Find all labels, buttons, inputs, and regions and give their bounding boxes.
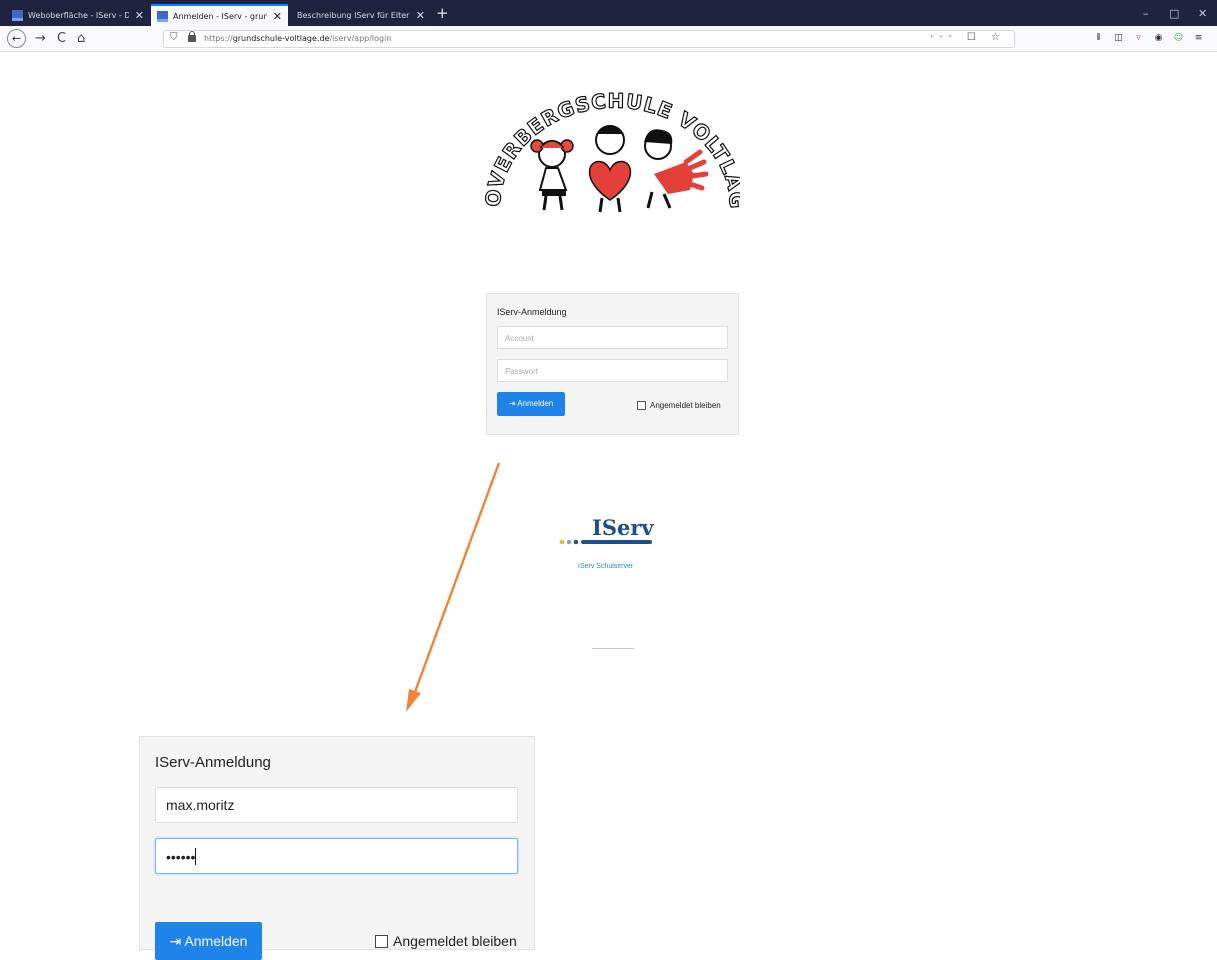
tab-anmelden[interactable]: Anmelden - IServ - grundschul ✕: [151, 4, 288, 26]
remember-me-label: Angemeldet bleiben: [393, 933, 517, 949]
iserv-favicon-icon: [12, 9, 23, 21]
login-title: IServ-Anmeldung: [497, 307, 567, 317]
new-tab-button[interactable]: +: [436, 6, 449, 21]
footer-divider: [592, 648, 634, 649]
maximize-button[interactable]: □: [1169, 7, 1179, 20]
toolbar-icons: ⫴ ◫ ▿ ◉ ☺ ≡: [1093, 33, 1204, 44]
school-logo: OVERBERGSCHULE VOLTLAGE: [480, 82, 740, 213]
tab-weboberflaeche[interactable]: Weboberfläche - IServ - Dokum ✕: [6, 4, 150, 26]
back-button[interactable]: ←: [7, 29, 26, 48]
remember-me-label: Angemeldet bleiben: [650, 401, 721, 410]
tab-title: Weboberfläche - IServ - Dokum: [28, 10, 129, 20]
account-input[interactable]: Account: [497, 326, 728, 349]
library-icon[interactable]: ⫴: [1093, 33, 1104, 44]
lock-icon[interactable]: [188, 31, 196, 42]
iserv-logo: IServ: [559, 515, 654, 545]
iserv-subtitle: IServ Schulserver: [578, 563, 634, 570]
annotation-arrow: [406, 462, 501, 712]
login-panel-preview: IServ-Anmeldung Account Passwort ⇥ Anmel…: [486, 293, 739, 435]
close-tab-icon[interactable]: ✕: [135, 10, 144, 21]
minimize-button[interactable]: –: [1143, 7, 1149, 20]
login-title: IServ-Anmeldung: [155, 754, 271, 771]
remember-me-checkbox[interactable]: Angemeldet bleiben: [637, 401, 721, 410]
sidebar-icon[interactable]: ◫: [1113, 33, 1124, 44]
tab-beschreibung-pdf[interactable]: Beschreibung IServ für Eltern.pdf ✕: [291, 4, 431, 26]
reload-button[interactable]: C: [57, 30, 66, 48]
remember-me-checkbox[interactable]: Angemeldet bleiben: [375, 933, 517, 949]
text-caret: [195, 848, 197, 865]
pocket-icon[interactable]: ▿: [1133, 33, 1144, 44]
boy-heart-figure: [588, 125, 632, 213]
close-tab-icon[interactable]: ✕: [273, 11, 282, 22]
login-panel-zoomed: IServ-Anmeldung max.moritz •••••• ⇥ Anme…: [139, 736, 535, 960]
checkbox-box[interactable]: [637, 401, 646, 410]
password-input[interactable]: ••••••: [155, 838, 518, 874]
checkbox-box[interactable]: [375, 934, 388, 948]
girl-figure: [530, 139, 574, 211]
url-text[interactable]: https://grundschule-voltlage.de/iserv/ap…: [204, 34, 391, 43]
forward-button[interactable]: →: [35, 30, 46, 48]
login-button[interactable]: ⇥ Anmelden: [497, 392, 565, 416]
sign-in-icon: ⇥: [508, 399, 516, 408]
account-value: max.moritz: [166, 797, 235, 813]
login-button-label: Anmelden: [517, 399, 554, 408]
home-button[interactable]: ⌂: [77, 30, 85, 48]
browser-nav-bar: ← → C ⌂ ⛉ https://grundschule-voltlage.d…: [0, 26, 1217, 52]
url-bar[interactable]: ⛉ https://grundschule-voltlage.de/iserv/…: [163, 30, 1015, 48]
close-window-button[interactable]: ✕: [1198, 7, 1207, 20]
dot-lightblue: [566, 539, 572, 545]
extension-icon[interactable]: ☺: [1173, 33, 1184, 44]
account-icon[interactable]: ◉: [1153, 33, 1164, 44]
arrow-line: [413, 462, 501, 693]
iserv-brand-text: IServ: [592, 515, 654, 540]
sign-in-icon: ⇥: [169, 933, 182, 949]
browser-tab-bar: Weboberfläche - IServ - Dokum ✕ Anmelden…: [0, 0, 1217, 26]
account-input[interactable]: max.moritz: [155, 787, 518, 823]
hamburger-menu-icon[interactable]: ≡: [1193, 33, 1204, 44]
password-input[interactable]: Passwort: [497, 359, 728, 382]
login-button-label: Anmelden: [184, 933, 248, 949]
page-actions-menu[interactable]: ··· ☐ ☆: [930, 32, 1006, 43]
close-tab-icon[interactable]: ✕: [416, 10, 425, 21]
login-button[interactable]: ⇥ Anmelden: [155, 922, 262, 960]
dot-darkblue: [573, 539, 579, 545]
tab-title: Anmelden - IServ - grundschul: [173, 11, 267, 21]
password-mask: ••••••: [166, 849, 196, 865]
tab-title: Beschreibung IServ für Eltern.pdf: [297, 10, 410, 20]
dot-yellow: [559, 539, 565, 545]
shield-icon[interactable]: ⛉: [170, 32, 178, 43]
arrow-head: [406, 689, 421, 712]
brand-underline: [581, 540, 652, 544]
iserv-favicon-icon: [157, 10, 168, 22]
